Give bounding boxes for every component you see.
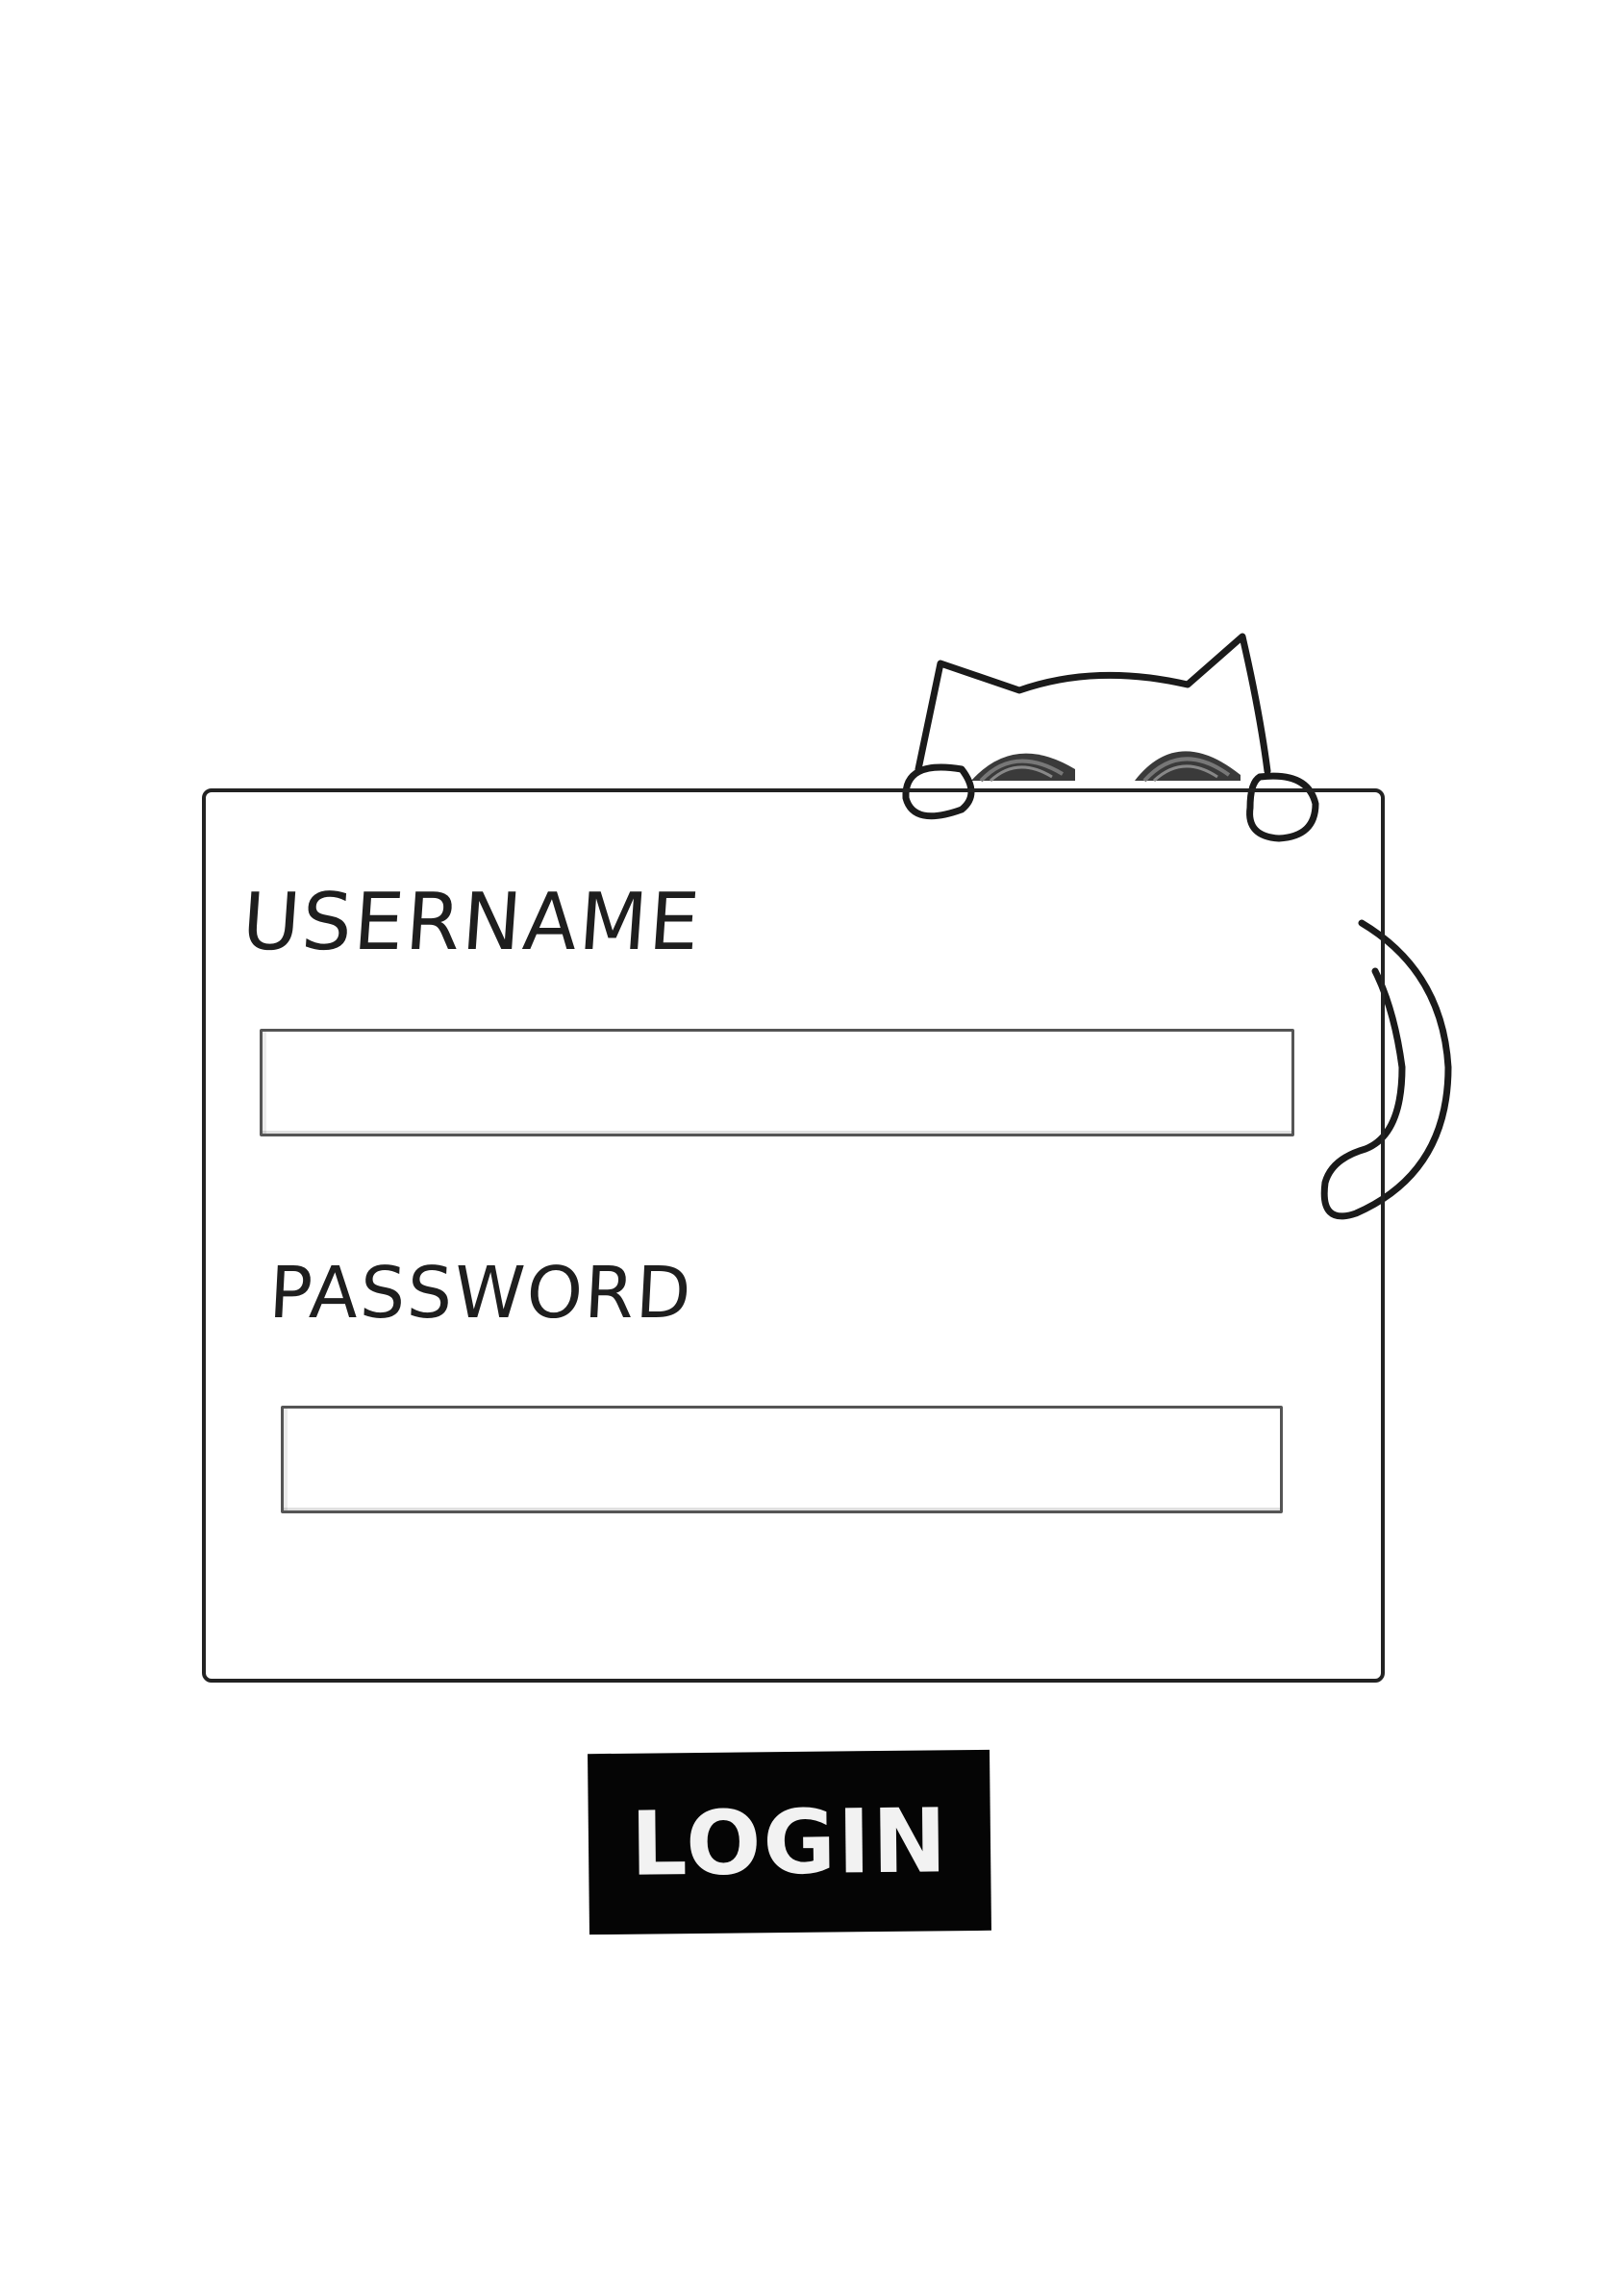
username-label: USERNAME (238, 877, 705, 968)
login-button[interactable]: LOGIN (588, 1749, 991, 1935)
cat-right-eye (1135, 751, 1241, 783)
username-input[interactable] (260, 1029, 1294, 1136)
cat-head-outline (915, 633, 1271, 775)
cat-left-eye (971, 753, 1075, 783)
password-label: PASSWORD (266, 1252, 695, 1335)
password-input[interactable] (281, 1406, 1283, 1513)
login-card: USERNAME PASSWORD (202, 788, 1385, 1683)
